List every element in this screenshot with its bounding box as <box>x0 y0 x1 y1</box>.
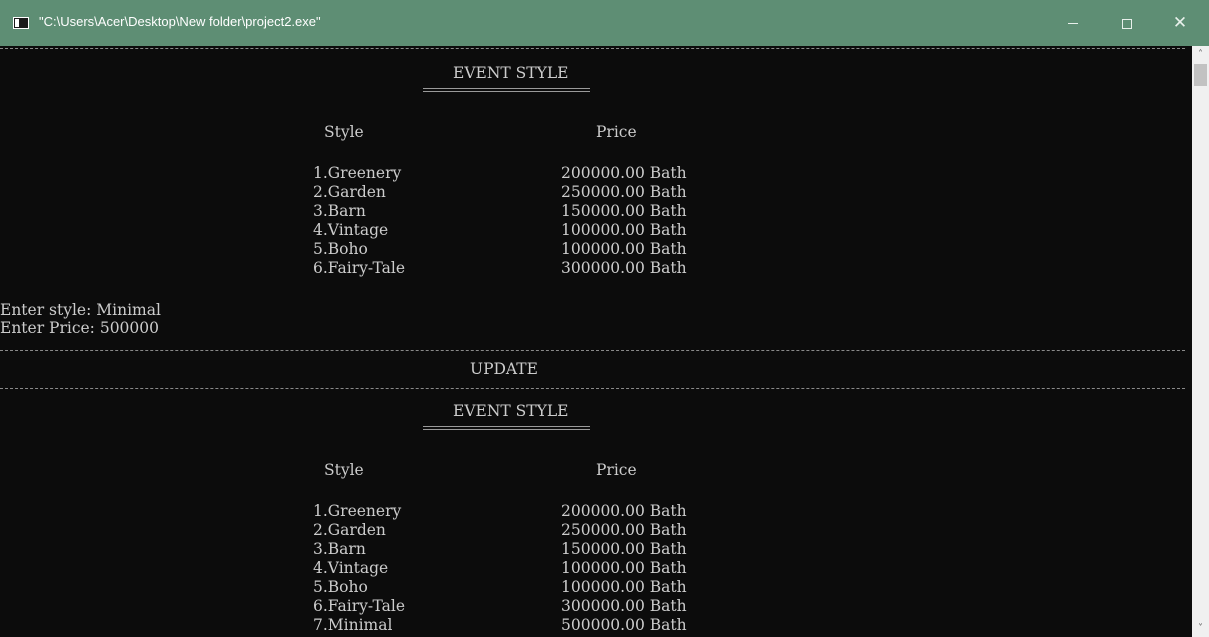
style-list-item: 1.Greenery <box>313 502 402 520</box>
console-app-icon <box>13 17 29 29</box>
close-button[interactable]: ✕ <box>1157 0 1203 46</box>
price-list-item: 300000.00 Bath <box>561 259 687 277</box>
style-list-item: 5.Boho <box>313 578 368 596</box>
minimize-icon <box>1068 23 1078 24</box>
title-bar[interactable]: "C:\Users\Acer\Desktop\New folder\projec… <box>0 0 1209 46</box>
divider <box>0 350 1185 351</box>
style-column-header: Style <box>324 123 364 141</box>
price-list-item: 150000.00 Bath <box>561 540 687 558</box>
price-list-item: 250000.00 Bath <box>561 521 687 539</box>
maximize-icon <box>1122 18 1132 29</box>
price-list-item: 100000.00 Bath <box>561 221 687 239</box>
enter-price-prompt: Enter Price: 500000 <box>0 319 160 337</box>
price-column-header: Price <box>596 123 637 141</box>
scroll-thumb[interactable] <box>1194 64 1207 86</box>
price-list-item: 200000.00 Bath <box>561 502 687 520</box>
style-list-item: 4.Vintage <box>313 559 389 577</box>
update-heading: UPDATE <box>470 360 538 378</box>
style-list-item: 3.Barn <box>313 202 366 220</box>
console-output[interactable]: EVENT STYLE Style Price 1.Greenery 20000… <box>0 46 1192 637</box>
scroll-up-icon[interactable]: ˄ <box>1192 46 1209 63</box>
style-list-item: 3.Barn <box>313 540 366 558</box>
price-list-item: 250000.00 Bath <box>561 183 687 201</box>
style-list-item: 6.Fairy-Tale <box>313 259 406 277</box>
heading-underline <box>423 88 590 92</box>
style-list-item: 2.Garden <box>313 521 386 539</box>
maximize-button[interactable] <box>1104 0 1150 46</box>
vertical-scrollbar[interactable]: ˄ ˅ <box>1192 46 1209 637</box>
event-style-heading: EVENT STYLE <box>453 64 569 82</box>
heading-underline <box>423 426 590 430</box>
price-list-item: 100000.00 Bath <box>561 559 687 577</box>
style-list-item: 6.Fairy-Tale <box>313 597 406 615</box>
divider <box>0 388 1185 389</box>
price-list-item: 300000.00 Bath <box>561 597 687 615</box>
divider <box>0 48 1185 49</box>
price-list-item: 500000.00 Bath <box>561 616 687 634</box>
window-title: "C:\Users\Acer\Desktop\New folder\projec… <box>39 14 321 29</box>
price-list-item: 150000.00 Bath <box>561 202 687 220</box>
price-list-item: 100000.00 Bath <box>561 240 687 258</box>
event-style-heading: EVENT STYLE <box>453 402 569 420</box>
style-list-item: 7.Minimal <box>313 616 393 634</box>
style-list-item: 1.Greenery <box>313 164 402 182</box>
price-list-item: 200000.00 Bath <box>561 164 687 182</box>
style-column-header: Style <box>324 461 364 479</box>
style-list-item: 4.Vintage <box>313 221 389 239</box>
scroll-down-icon[interactable]: ˅ <box>1192 620 1209 637</box>
price-list-item: 100000.00 Bath <box>561 578 687 596</box>
enter-style-prompt: Enter style: Minimal <box>0 301 161 319</box>
minimize-button[interactable] <box>1050 0 1096 46</box>
style-list-item: 2.Garden <box>313 183 386 201</box>
style-list-item: 5.Boho <box>313 240 368 258</box>
price-column-header: Price <box>596 461 637 479</box>
